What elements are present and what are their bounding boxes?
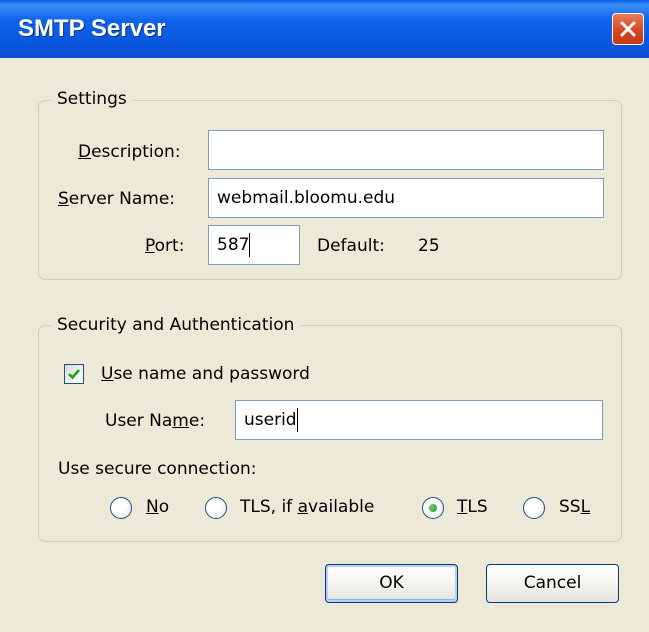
radio-no[interactable] [110,497,132,519]
server-name-field[interactable]: webmail.bloomu.edu [208,178,604,218]
radio-no-label[interactable]: No [146,497,169,517]
close-button[interactable] [612,13,644,45]
server-name-value: webmail.bloomu.edu [217,188,396,208]
text-cursor [249,233,251,257]
radio-ssl[interactable] [523,497,545,519]
close-icon [620,21,636,37]
ok-button[interactable]: OK [325,564,458,603]
radio-selected-dot [429,504,437,512]
port-field[interactable]: 587 [208,225,300,265]
use-name-password-label[interactable]: Use name and password [101,364,310,384]
security-legend: Security and Authentication [51,315,301,335]
cancel-button[interactable]: Cancel [486,564,619,603]
radio-tls-if-available[interactable] [205,497,227,519]
secure-connection-label: Use secure connection: [58,459,257,479]
window-title: SMTP Server [18,15,166,42]
text-cursor [296,408,298,432]
port-default-label: Default: [317,236,385,256]
user-name-value: userid [244,410,297,430]
user-name-label: User Name: [105,411,206,431]
user-name-field[interactable]: userid [235,400,603,440]
port-default-value: 25 [418,236,440,256]
port-value: 587 [217,235,250,255]
settings-legend: Settings [51,89,133,109]
smtp-server-dialog: SMTP Server Settings Description: Server… [0,0,649,632]
check-icon [68,369,80,380]
description-label: Description: [78,142,181,162]
radio-ssl-label[interactable]: SSL [559,497,590,517]
description-field[interactable] [208,130,604,170]
port-label: Port: [145,236,185,256]
use-name-password-checkbox[interactable] [64,364,84,384]
radio-tls-if-available-label[interactable]: TLS, if available [240,497,374,517]
radio-tls-label[interactable]: TLS [457,497,488,517]
radio-tls[interactable] [422,497,444,519]
server-name-label: Server Name: [58,189,176,209]
title-bar[interactable]: SMTP Server [0,0,649,58]
